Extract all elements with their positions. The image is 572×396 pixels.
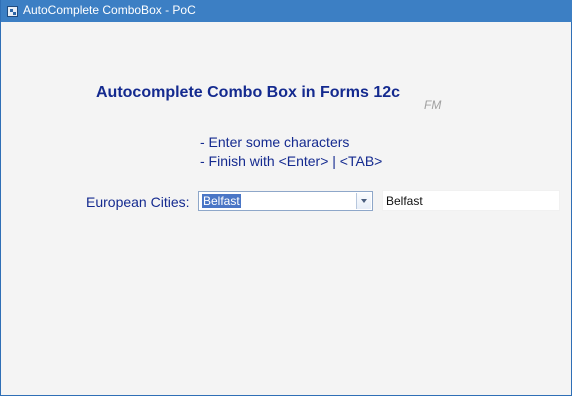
app-icon [7,6,18,17]
selected-city-value: Belfast [386,194,423,208]
instruction-line-finish: - Finish with <Enter> | <TAB> [200,153,383,169]
combobox-dropdown-button[interactable] [356,193,371,209]
instruction-line-enter: - Enter some characters [200,134,350,150]
european-cities-label: European Cities: [86,194,190,210]
selected-city-field[interactable]: Belfast [382,190,560,211]
chevron-down-icon [361,199,367,203]
combobox-text-input[interactable]: Belfast [202,194,241,208]
title-bar[interactable]: AutoComplete ComboBox - PoC [1,0,572,22]
window-title: AutoComplete ComboBox - PoC [23,3,196,17]
app-window: AutoComplete ComboBox - PoC Autocomplete… [0,0,572,396]
european-cities-combobox[interactable]: Belfast [198,191,373,211]
page-title: Autocomplete Combo Box in Forms 12c [96,84,401,101]
author-mark: FM [424,98,442,112]
